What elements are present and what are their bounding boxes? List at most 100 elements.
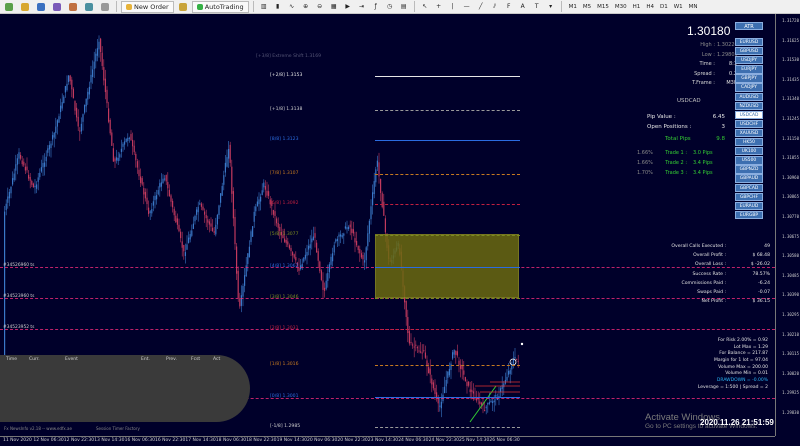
zoom-in-icon[interactable]: ⊕	[300, 1, 312, 13]
text-icon[interactable]: A	[517, 1, 529, 13]
candle-body	[284, 238, 286, 242]
symbol-button-xauusd[interactable]: XAUUSD	[735, 128, 763, 138]
line-chart-icon[interactable]: ∿	[286, 1, 298, 13]
timeframe-m1[interactable]: M1	[566, 4, 580, 10]
price-axis[interactable]: 1.31720 1.31625 1.31530 1.31435 1.31340 1.312…	[775, 14, 800, 436]
symbol-button-uk100[interactable]: UK100	[735, 147, 763, 156]
price-tick: 1.29925	[782, 390, 799, 396]
candle-body	[480, 402, 482, 405]
candle-body	[122, 143, 124, 147]
symbol-button-gbpcad[interactable]: GBPCAD	[735, 183, 763, 192]
candle-body	[221, 186, 223, 196]
strategy-tester-icon[interactable]	[98, 1, 112, 13]
indicators-icon[interactable]: ƒ	[370, 1, 382, 13]
candle-body	[56, 120, 58, 127]
candle-body	[336, 238, 338, 242]
timeframe-m5[interactable]: M5	[580, 4, 594, 10]
info-row: T.Frame : M30	[677, 80, 737, 86]
toolbar: New Order AutoTrading ▥ ▮ ∿ ⊕ ⊖ ▦ ▶ ⇥ ƒ …	[0, 0, 800, 14]
candle-body	[199, 203, 201, 205]
arrows-icon[interactable]: ▾	[545, 1, 557, 13]
symbol-button-eurgbp[interactable]: EURGBP	[735, 210, 763, 220]
chart-shift-icon[interactable]: ⇥	[356, 1, 368, 13]
candle-body	[237, 270, 239, 299]
candle-body	[351, 228, 353, 233]
symbol-button-usdcad[interactable]: USDCAD	[735, 110, 763, 120]
timeframe-mn[interactable]: MN	[686, 4, 701, 10]
symbol-button-euraud[interactable]: EURAUD	[735, 201, 763, 210]
stat-label: Overall Profit :	[693, 253, 726, 259]
symbol-button-eurusd[interactable]: EURUSD	[735, 38, 763, 47]
symbol-button-nzdusd[interactable]: NZDUSD	[735, 101, 763, 110]
terminal-icon[interactable]	[82, 1, 96, 13]
candle-body	[432, 382, 434, 389]
time-axis[interactable]: 11 Nov 2020 12 Nov 06:30 12 Nov 22:30 13 No…	[0, 436, 775, 446]
timeframe-m30[interactable]: M30	[612, 4, 630, 10]
candle-body	[162, 178, 164, 183]
total-pips-label: Total Pips	[665, 136, 691, 142]
candle-body	[360, 253, 362, 258]
atr-button[interactable]: ATR	[735, 22, 763, 30]
period-icon[interactable]: ◷	[384, 1, 396, 13]
new-order-button[interactable]: New Order	[121, 0, 174, 13]
candle-body	[448, 368, 450, 376]
candle-body	[58, 116, 60, 123]
candle-body	[111, 132, 113, 146]
candle-body	[453, 349, 455, 355]
autotrading-button[interactable]: AutoTrading	[191, 0, 249, 13]
metaeditor-icon[interactable]	[176, 1, 190, 13]
candle-body	[508, 370, 510, 375]
label-icon[interactable]: T	[531, 1, 543, 13]
timeframe-h4[interactable]: H4	[643, 4, 657, 10]
candle-body	[423, 350, 425, 352]
timeframe-m15[interactable]: M15	[594, 4, 612, 10]
symbol-button-cadjpy[interactable]: CADJPY	[735, 83, 763, 92]
candle-body	[487, 402, 489, 405]
murrey-level-line	[375, 267, 520, 268]
data-window-icon[interactable]	[50, 1, 64, 13]
candle-body	[407, 317, 409, 334]
symbol-button-hk50[interactable]: HK50	[735, 138, 763, 147]
candle-body	[260, 196, 262, 202]
crosshair-icon[interactable]: +	[433, 1, 445, 13]
horizontal-line-icon[interactable]: —	[461, 1, 473, 13]
timeframe-h1[interactable]: H1	[630, 4, 644, 10]
timeframe-w1[interactable]: W1	[671, 4, 686, 10]
navigator-icon[interactable]	[66, 1, 80, 13]
toolbar-separator	[560, 1, 562, 12]
bar-chart-icon[interactable]: ▥	[258, 1, 270, 13]
tile-icon[interactable]: ▦	[328, 1, 340, 13]
cursor-icon[interactable]: ↖	[419, 1, 431, 13]
candle-body	[332, 253, 334, 262]
symbol-button-gbpjpy[interactable]: GBPJPY	[735, 74, 763, 83]
symbol-button-gbpusd[interactable]: GBPUSD	[735, 47, 763, 56]
profiles-icon[interactable]	[18, 1, 32, 13]
price-tick: 1.30865	[782, 194, 799, 200]
info-label: High :	[700, 42, 715, 48]
symbol-button-audusd[interactable]: AUDUSD	[735, 92, 763, 101]
trendline-icon[interactable]: ╱	[475, 1, 487, 13]
candle-body	[156, 195, 158, 200]
symbol-button-gbpnzd[interactable]: GBPNZD	[735, 165, 763, 174]
candle-body	[368, 220, 370, 234]
channel-icon[interactable]: ⫽	[489, 1, 501, 13]
timeframe-d1[interactable]: D1	[657, 4, 671, 10]
symbol-button-usdchf[interactable]: USDCHF	[735, 119, 763, 129]
symbol-button-usdjpy[interactable]: USDJPY	[735, 56, 763, 65]
candle-body	[60, 105, 62, 113]
candle-body	[116, 157, 118, 161]
templates-icon[interactable]: ▤	[398, 1, 410, 13]
symbol-button-gbpchf[interactable]: GBPCHF	[735, 192, 763, 201]
market-watch-icon[interactable]	[34, 1, 48, 13]
symbol-button-us500[interactable]: US500	[735, 156, 763, 165]
symbol-button-gbpaud[interactable]: GBPAUD	[735, 174, 763, 183]
candle-body	[316, 242, 318, 253]
murrey-level-line	[375, 427, 520, 428]
fibonacci-icon[interactable]: F	[503, 1, 515, 13]
zoom-out-icon[interactable]: ⊖	[314, 1, 326, 13]
autoscroll-icon[interactable]: ▶	[342, 1, 354, 13]
vertical-line-icon[interactable]: |	[447, 1, 459, 13]
new-chart-icon[interactable]	[2, 1, 16, 13]
symbol-button-eurjpy[interactable]: EURJPY	[735, 65, 763, 74]
candlestick-icon[interactable]: ▮	[272, 1, 284, 13]
